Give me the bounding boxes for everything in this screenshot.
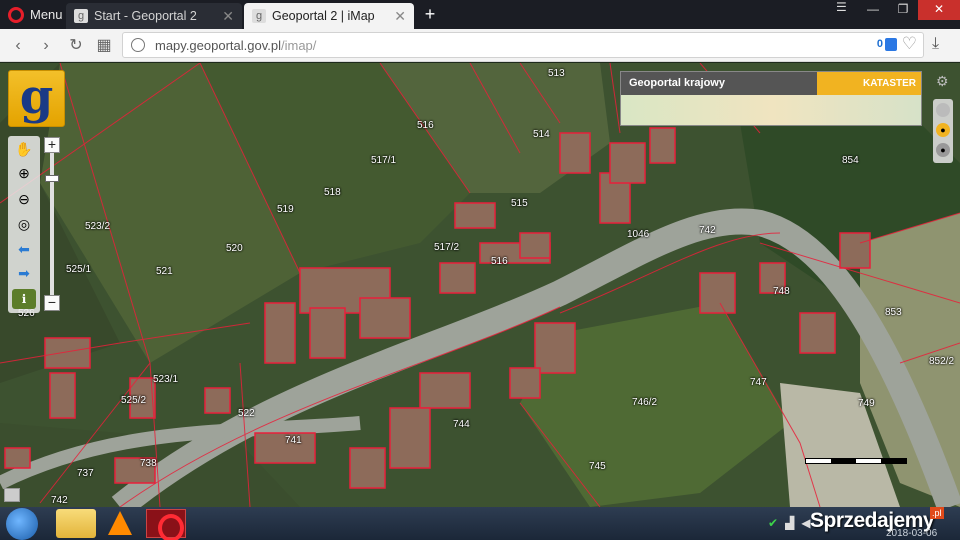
watermark-badge: .pl [930, 507, 944, 519]
parcel-label: 518 [324, 187, 341, 198]
speed-dial-icon[interactable]: ▦ [94, 36, 114, 56]
overview-title: Geoportal krajowy [629, 77, 725, 89]
parcel-label: 517/1 [371, 155, 397, 166]
opera-menu-button[interactable]: Menu [0, 0, 66, 29]
url-path: /imap/ [280, 37, 317, 53]
parcel-label: 741 [285, 435, 302, 446]
opera-logo-icon [8, 6, 24, 23]
parcel-label: 745 [589, 461, 606, 472]
explorer-folder-icon[interactable] [56, 509, 96, 538]
parcel-label: 854 [842, 155, 859, 166]
tab-menu-icon[interactable]: ☰ [836, 0, 848, 14]
parcel-label: 517/2 [434, 242, 460, 253]
clock-date: 2018-03-06 [886, 528, 938, 539]
minimize-button[interactable]: — [858, 0, 888, 20]
network-icon[interactable]: ▟ [785, 516, 794, 530]
pan-hand-icon[interactable]: ✋ [15, 140, 33, 158]
back-icon[interactable]: ‹ [8, 36, 28, 56]
overview-map-thumbnail[interactable] [621, 95, 921, 125]
blocked-ads-count: 0 [876, 38, 883, 50]
ad-blocker-icon[interactable] [885, 38, 897, 51]
opera-taskbar-icon[interactable] [146, 509, 186, 540]
parcel-label: 853 [885, 307, 902, 318]
tab-title: Geoportal 2 | iMap [272, 9, 375, 23]
window-controls: — ❐ ✕ [858, 0, 960, 20]
settings-gear-icon[interactable]: ⚙ [936, 73, 952, 89]
parcel-label: 747 [750, 377, 767, 388]
tab-geoportal-imap[interactable]: g Geoportal 2 | iMap ✕ [244, 3, 414, 29]
satellite-map [0, 63, 960, 507]
layer-collapse-icon[interactable] [936, 103, 950, 117]
parcel-label: 742 [51, 495, 68, 506]
overview-map-panel[interactable]: Geoportal krajowy KATASTER [620, 71, 922, 126]
parcel-label: 523/1 [153, 374, 179, 385]
parcel-label: 525/2 [121, 395, 147, 406]
zoom-in-button[interactable]: + [44, 137, 60, 153]
eye-icon[interactable]: ● [936, 123, 950, 137]
parcel-label: 744 [453, 419, 470, 430]
parcel-label: 516 [417, 120, 434, 131]
parcel-label: 1046 [627, 229, 650, 240]
overview-header: Geoportal krajowy KATASTER [621, 72, 921, 95]
zoom-out-button[interactable]: − [44, 295, 60, 311]
parcel-label: 737 [77, 468, 94, 479]
close-tab-icon[interactable]: ✕ [222, 8, 234, 25]
zoom-in-magnifier-icon[interactable]: ⊕ [15, 164, 33, 182]
windows-start-icon[interactable] [6, 508, 38, 540]
parcel-label: 749 [858, 398, 875, 409]
zoom-slider-handle[interactable] [45, 175, 59, 182]
map-toolbar: ✋ ⊕ ⊖ ◎ ⬅ ➡ ℹ [8, 136, 40, 313]
zoom-out-magnifier-icon[interactable]: ⊖ [15, 190, 33, 208]
parcel-label: 521 [156, 266, 173, 277]
parcel-label: 746/2 [632, 397, 658, 408]
parcel-label: 520 [226, 243, 243, 254]
forward-icon[interactable]: › [36, 36, 56, 56]
geoportal-favicon-icon: g [252, 9, 266, 23]
reload-icon[interactable]: ↻ [66, 36, 86, 56]
heart-icon[interactable]: ♡ [902, 34, 917, 54]
next-view-arrow-icon[interactable]: ➡ [15, 264, 33, 282]
geoportal-logo[interactable]: g [8, 70, 65, 127]
tab-start-geoportal[interactable]: g Start - Geoportal 2 ✕ [66, 3, 242, 29]
parcel-label: 742 [699, 225, 716, 236]
url-input[interactable]: mapy.geoportal.gov.pl /imap/ 0 ♡ [122, 32, 924, 58]
close-tab-icon[interactable]: ✕ [394, 8, 406, 25]
scale-bar [805, 458, 907, 464]
url-host: mapy.geoportal.gov.pl [155, 37, 281, 53]
zoom-extent-icon[interactable]: ◎ [15, 215, 33, 233]
maximize-button[interactable]: ❐ [888, 0, 918, 20]
vlc-cone-icon[interactable] [100, 509, 140, 538]
globe-icon [131, 38, 145, 52]
map-viewport[interactable]: 513 516 514 517/1 518 519 515 854 523/2 … [0, 63, 960, 507]
parcel-label: 525/1 [66, 264, 92, 275]
tab-title: Start - Geoportal 2 [94, 9, 197, 23]
tab-bar: Menu g Start - Geoportal 2 ✕ g Geoportal… [0, 0, 960, 29]
eye-icon[interactable]: ● [936, 143, 950, 157]
parcel-label: 513 [548, 68, 565, 79]
parcel-label: 514 [533, 129, 550, 140]
parcel-label: 523/2 [85, 221, 111, 232]
parcel-label: 522 [238, 408, 255, 419]
parcel-label: 748 [773, 286, 790, 297]
parcel-label: 515 [511, 198, 528, 209]
parcel-label: 852/2 [929, 356, 955, 367]
geoportal-favicon-icon: g [74, 9, 88, 23]
kataster-tab[interactable]: KATASTER [817, 72, 921, 95]
address-bar: ‹ › ↻ ▦ mapy.geoportal.gov.pl /imap/ 0 ♡… [0, 29, 960, 62]
fullscreen-button[interactable] [4, 488, 20, 502]
download-icon[interactable]: ⤓ [932, 35, 939, 53]
previous-view-arrow-icon[interactable]: ⬅ [15, 240, 33, 258]
parcel-label: 738 [140, 458, 157, 469]
parcel-label: 519 [277, 204, 294, 215]
windows-taskbar: ✔ ▟ ◀ Sprzedajemy .pl 2018-03-06 [0, 507, 960, 540]
zoom-slider-track[interactable] [50, 145, 54, 297]
layer-visibility-panel: ● ● [933, 99, 953, 163]
info-icon[interactable]: ℹ [12, 289, 36, 309]
check-icon[interactable]: ✔ [768, 516, 778, 530]
close-window-button[interactable]: ✕ [918, 0, 960, 20]
system-tray: ✔ ▟ ◀ [768, 516, 811, 530]
menu-label: Menu [30, 7, 63, 22]
new-tab-button[interactable]: + [420, 3, 440, 25]
parcel-label: 516 [491, 256, 508, 267]
